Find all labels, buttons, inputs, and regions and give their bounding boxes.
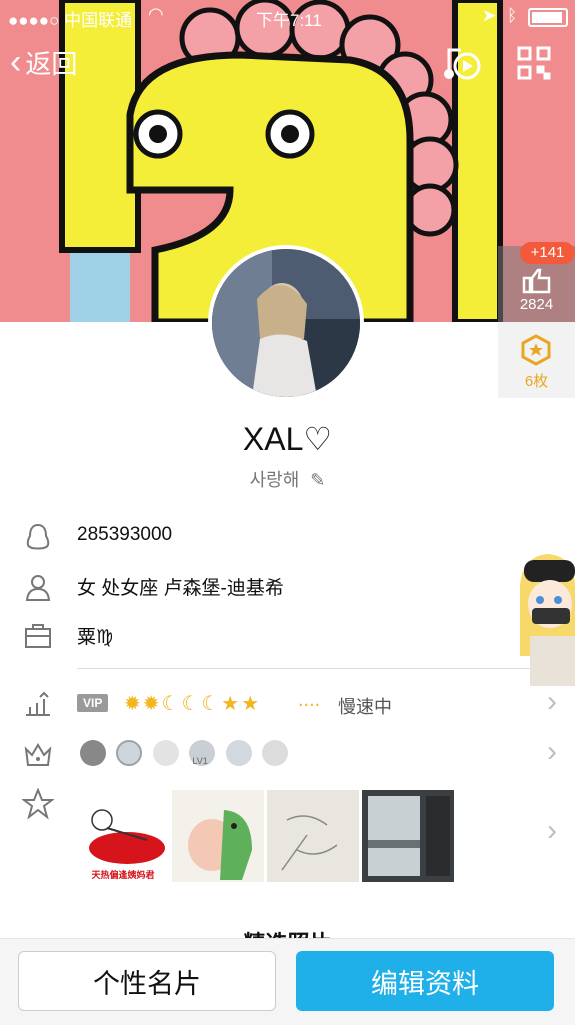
badge-list: LV1 xyxy=(80,740,294,766)
edit-pencil-icon[interactable]: ✎ xyxy=(310,470,325,490)
back-label: 返回 xyxy=(25,48,78,79)
like-increment-badge: +141 xyxy=(520,242,575,264)
signature-text: 사랑해 xyxy=(249,470,300,490)
nickname: XAL♡ xyxy=(242,421,333,457)
qq-number-row: 285393000 xyxy=(0,512,575,562)
photo-thumb-4[interactable] xyxy=(362,790,454,882)
basic-info: 女 处女座 卢森堡-迪基希 xyxy=(77,578,284,599)
star-badge-icon xyxy=(225,740,252,766)
medal-card[interactable]: 6枚 xyxy=(498,322,575,398)
bottom-action-bar: 个性名片 编辑资料 xyxy=(0,938,575,1025)
carrier-label: ●●●●○ 中国联通 xyxy=(8,11,133,30)
penguin-icon xyxy=(26,523,50,550)
battery-icon xyxy=(528,8,568,27)
signature-row[interactable]: 사랑해 ✎ xyxy=(0,466,575,492)
photo-thumb-3[interactable] xyxy=(267,790,359,882)
lv-badge-icon: LV1 xyxy=(189,740,216,766)
crown-icon xyxy=(24,743,52,766)
level-more: .... xyxy=(298,689,321,711)
chevron-right-icon: › xyxy=(547,685,557,718)
diamond-badge-icon xyxy=(152,740,179,766)
lightning-badge-icon xyxy=(262,740,289,766)
personal-card-button[interactable]: 个性名片 xyxy=(18,951,276,1011)
vip-tag: VIP xyxy=(77,694,109,712)
thumbs-up-icon xyxy=(522,268,552,294)
qq-badge-icon xyxy=(80,740,106,766)
level-up-icon xyxy=(26,691,50,716)
photo-thumb-2[interactable] xyxy=(172,790,264,882)
nav-bar: ‹ 返回 xyxy=(0,36,575,96)
chevron-right-icon: › xyxy=(547,735,557,768)
person-icon xyxy=(25,575,51,601)
status-bar: ●●●●○ 中国联通 ◠ 下午7:11 ➤ ᛒ xyxy=(0,0,575,32)
qq-number: 285393000 xyxy=(77,524,173,545)
medal-icon xyxy=(520,334,552,366)
photo-caption: 天热偏逢姨妈君 xyxy=(91,870,155,880)
vip-status: 慢速中 xyxy=(338,697,392,717)
bluetooth-icon: ᛒ xyxy=(507,6,518,25)
wifi-icon: ◠ xyxy=(148,4,164,24)
briefcase-icon xyxy=(25,624,51,648)
video-badge-icon xyxy=(116,740,143,766)
photo-thumb-1[interactable]: 天热偏逢姨妈君 xyxy=(77,790,169,882)
location-arrow-icon: ➤ xyxy=(482,6,497,25)
like-card[interactable]: +141 2824 xyxy=(498,242,575,322)
basic-info-row: 女 处女座 卢森堡-迪基希 xyxy=(0,561,575,611)
badges-row[interactable]: LV1 › xyxy=(0,729,575,779)
qr-code-icon[interactable] xyxy=(517,46,551,80)
floating-sticker[interactable] xyxy=(510,546,575,686)
like-count: 2824 xyxy=(519,296,554,313)
avatar[interactable] xyxy=(208,245,364,401)
divider xyxy=(77,668,575,669)
time-label: 下午7:11 xyxy=(256,11,322,30)
company-row: 粟♍ xyxy=(0,610,575,660)
photo-wall-row[interactable]: 天热偏逢姨妈君 › xyxy=(0,786,575,886)
chevron-right-icon: › xyxy=(547,814,557,847)
vip-row[interactable]: VIP ✹✹☾☾☾★★ .... 慢速中 › xyxy=(0,679,575,729)
company-text: 粟♍ xyxy=(77,627,114,648)
level-icons: ✹✹☾☾☾★★ xyxy=(124,693,262,715)
chevron-left-icon: ‹ xyxy=(10,42,22,81)
music-icon[interactable] xyxy=(443,44,481,82)
back-button[interactable]: ‹ 返回 xyxy=(10,42,77,82)
qzone-icon xyxy=(22,788,54,820)
medal-count: 6枚 xyxy=(524,373,549,390)
edit-profile-button[interactable]: 编辑资料 xyxy=(296,951,554,1011)
